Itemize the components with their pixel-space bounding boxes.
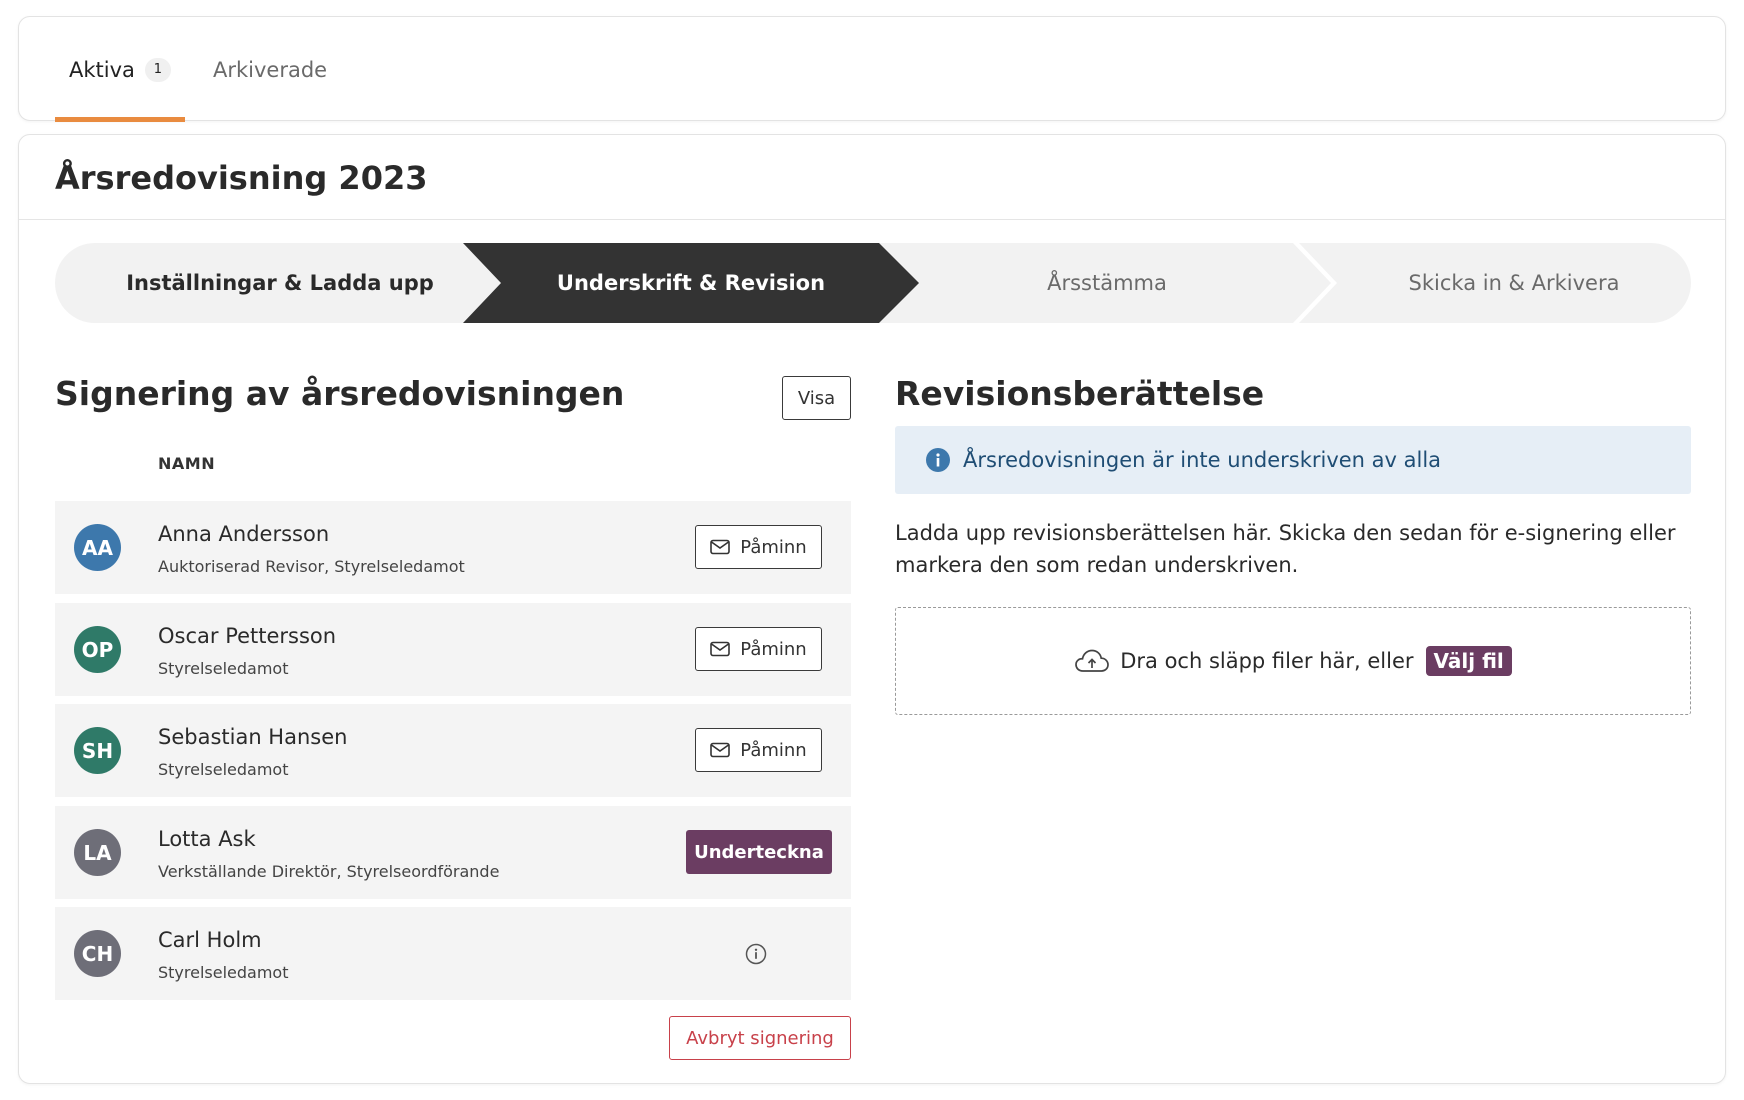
signer-role: Styrelseledamot <box>158 963 289 982</box>
signer-row: SH Sebastian Hansen Styrelseledamot Påmi… <box>55 704 851 797</box>
name-column-header: NAMN <box>158 454 216 473</box>
main-card: Årsredovisning 2023 Inställningar & Ladd… <box>18 134 1726 1084</box>
step-signature-revision[interactable]: Underskrift & Revision <box>501 243 881 323</box>
remind-button[interactable]: Påminn <box>695 525 822 569</box>
view-button[interactable]: Visa <box>782 376 851 420</box>
avatar: AA <box>74 524 121 571</box>
remind-button[interactable]: Påminn <box>695 627 822 671</box>
signer-name: Carl Holm <box>158 928 262 952</box>
remind-label: Påminn <box>740 536 807 558</box>
tabs-card: Aktiva 1 Arkiverade <box>18 16 1726 122</box>
avatar: CH <box>74 930 121 977</box>
revision-section-title: Revisionsberättelse <box>895 374 1265 413</box>
avatar: OP <box>74 626 121 673</box>
progress-stepper: Inställningar & Ladda upp Underskrift & … <box>55 243 1691 323</box>
step-submit-archive[interactable]: Skicka in & Arkivera <box>1337 243 1691 323</box>
signer-name: Anna Andersson <box>158 522 330 546</box>
envelope-icon <box>710 742 731 758</box>
alert-text: Årsredovisningen är inte underskriven av… <box>963 448 1442 472</box>
signer-role: Styrelseledamot <box>158 760 289 779</box>
envelope-icon <box>710 539 731 555</box>
avatar: LA <box>74 829 121 876</box>
remind-button[interactable]: Påminn <box>695 728 822 772</box>
page-title: Årsredovisning 2023 <box>55 159 428 197</box>
tab-active-underline <box>55 117 185 122</box>
step-settings-upload[interactable]: Inställningar & Ladda upp <box>95 243 465 323</box>
signer-name: Lotta Ask <box>158 827 256 851</box>
tab-archived[interactable]: Arkiverade <box>213 17 327 122</box>
remind-label: Påminn <box>740 638 807 660</box>
signer-row: LA Lotta Ask Verkställande Direktör, Sty… <box>55 806 851 899</box>
signer-role: Auktoriserad Revisor, Styrelseledamot <box>158 557 465 576</box>
signing-section-title: Signering av årsredovisningen <box>55 374 625 413</box>
cancel-signing-button[interactable]: Avbryt signering <box>669 1016 851 1060</box>
signer-row: CH Carl Holm Styrelseledamot <box>55 907 851 1000</box>
envelope-icon <box>710 641 731 657</box>
tab-archived-label: Arkiverade <box>213 57 328 82</box>
avatar: SH <box>74 727 121 774</box>
sign-button[interactable]: Underteckna <box>686 830 832 874</box>
title-divider <box>19 219 1725 220</box>
signer-role: Verkställande Direktör, Styrelseordföran… <box>158 862 500 881</box>
tab-active-label: Aktiva <box>69 57 135 82</box>
choose-file-button[interactable]: Välj fil <box>1425 646 1512 676</box>
tab-count-badge: 1 <box>144 57 171 82</box>
drop-text: Dra och släpp filer här, eller <box>1120 649 1414 673</box>
remind-label: Påminn <box>740 739 807 761</box>
info-circle-icon[interactable] <box>745 943 767 965</box>
tab-active[interactable]: Aktiva 1 <box>55 17 185 122</box>
signer-row: OP Oscar Pettersson Styrelseledamot Påmi… <box>55 603 851 696</box>
file-dropzone[interactable]: Dra och släpp filer här, eller Välj fil <box>895 607 1691 715</box>
info-filled-icon <box>926 448 950 472</box>
cloud-upload-icon <box>1075 649 1110 672</box>
signer-role: Styrelseledamot <box>158 659 289 678</box>
signer-name: Sebastian Hansen <box>158 725 348 749</box>
signer-row: AA Anna Andersson Auktoriserad Revisor, … <box>55 501 851 594</box>
info-alert: Årsredovisningen är inte underskriven av… <box>895 426 1691 494</box>
step-annual-meeting[interactable]: Årsstämma <box>917 243 1297 323</box>
signer-name: Oscar Pettersson <box>158 624 337 648</box>
upload-description: Ladda upp revisionsberättelsen här. Skic… <box>895 521 1676 577</box>
